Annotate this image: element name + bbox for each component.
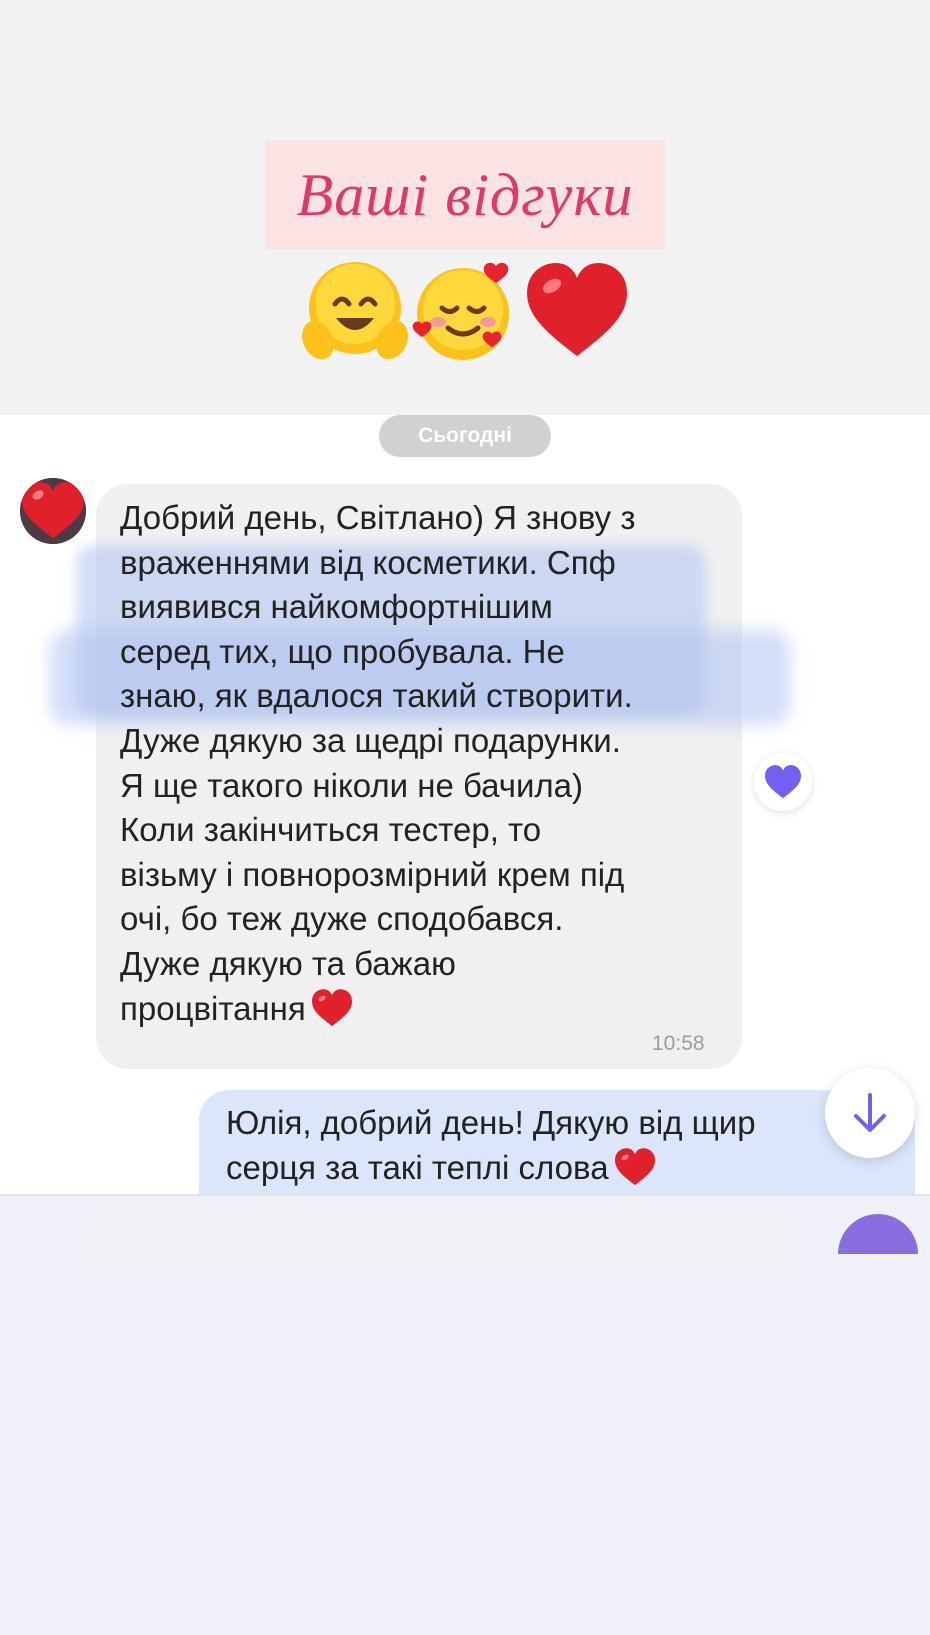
red-heart-icon — [20, 478, 86, 544]
story-header: Ваші відгуки — [0, 0, 930, 415]
message-line: серед тих, що пробувала. Не — [120, 632, 565, 670]
smiling-hugging-face-icon — [301, 262, 409, 360]
message-line: Я ще такого ніколи не бачила) — [120, 766, 583, 804]
scroll-to-bottom-button[interactable] — [825, 1068, 915, 1158]
message-line: візьму і повнорозмірний крем під — [120, 855, 625, 893]
reaction-button[interactable] — [754, 753, 812, 811]
message-line: Добрий день, Світлано) Я знову з — [120, 499, 636, 536]
incoming-message-text: Добрий день, Світлано) Я знову з враженн… — [120, 496, 730, 1031]
red-heart-icon — [614, 1148, 655, 1185]
message-line: знаю, як вдалося такий створити. — [120, 677, 633, 715]
red-heart-icon — [311, 988, 352, 1026]
outgoing-message-text: Юлія, добрий день! Дякую від щир серця з… — [226, 1100, 906, 1190]
partial-message-bubble — [80, 1210, 800, 1270]
message-line: Дуже дякую та бажаю — [120, 944, 456, 982]
message-line: Коли закінчиться тестер, то — [120, 811, 542, 849]
message-timestamp: 10:58 — [652, 1032, 705, 1055]
message-line: процвітання — [120, 989, 306, 1027]
emoji-row — [300, 258, 640, 368]
message-line: Дуже дякую за щедрі подарунки. — [120, 721, 621, 759]
date-separator: Сьогодні — [379, 415, 551, 457]
title-banner: Ваші відгуки — [265, 140, 665, 250]
red-heart-icon — [527, 263, 627, 356]
message-line-last: процвітання — [120, 987, 730, 1032]
message-line: враженнями від косметики. Спф — [120, 543, 616, 581]
purple-heart-icon — [765, 765, 801, 799]
outgoing-message-body: Юлія, добрий день! Дякую від щир серця з… — [226, 1104, 756, 1186]
partial-avatar — [838, 1214, 918, 1254]
smiling-face-with-hearts-icon — [412, 262, 509, 360]
message-line: виявився найкомфортнішим — [120, 588, 553, 626]
message-line: очі, бо теж дуже сподобався. — [120, 900, 564, 938]
page-title: Ваші відгуки — [296, 161, 634, 228]
arrow-down-icon — [854, 1093, 886, 1132]
avatar[interactable] — [20, 478, 86, 544]
